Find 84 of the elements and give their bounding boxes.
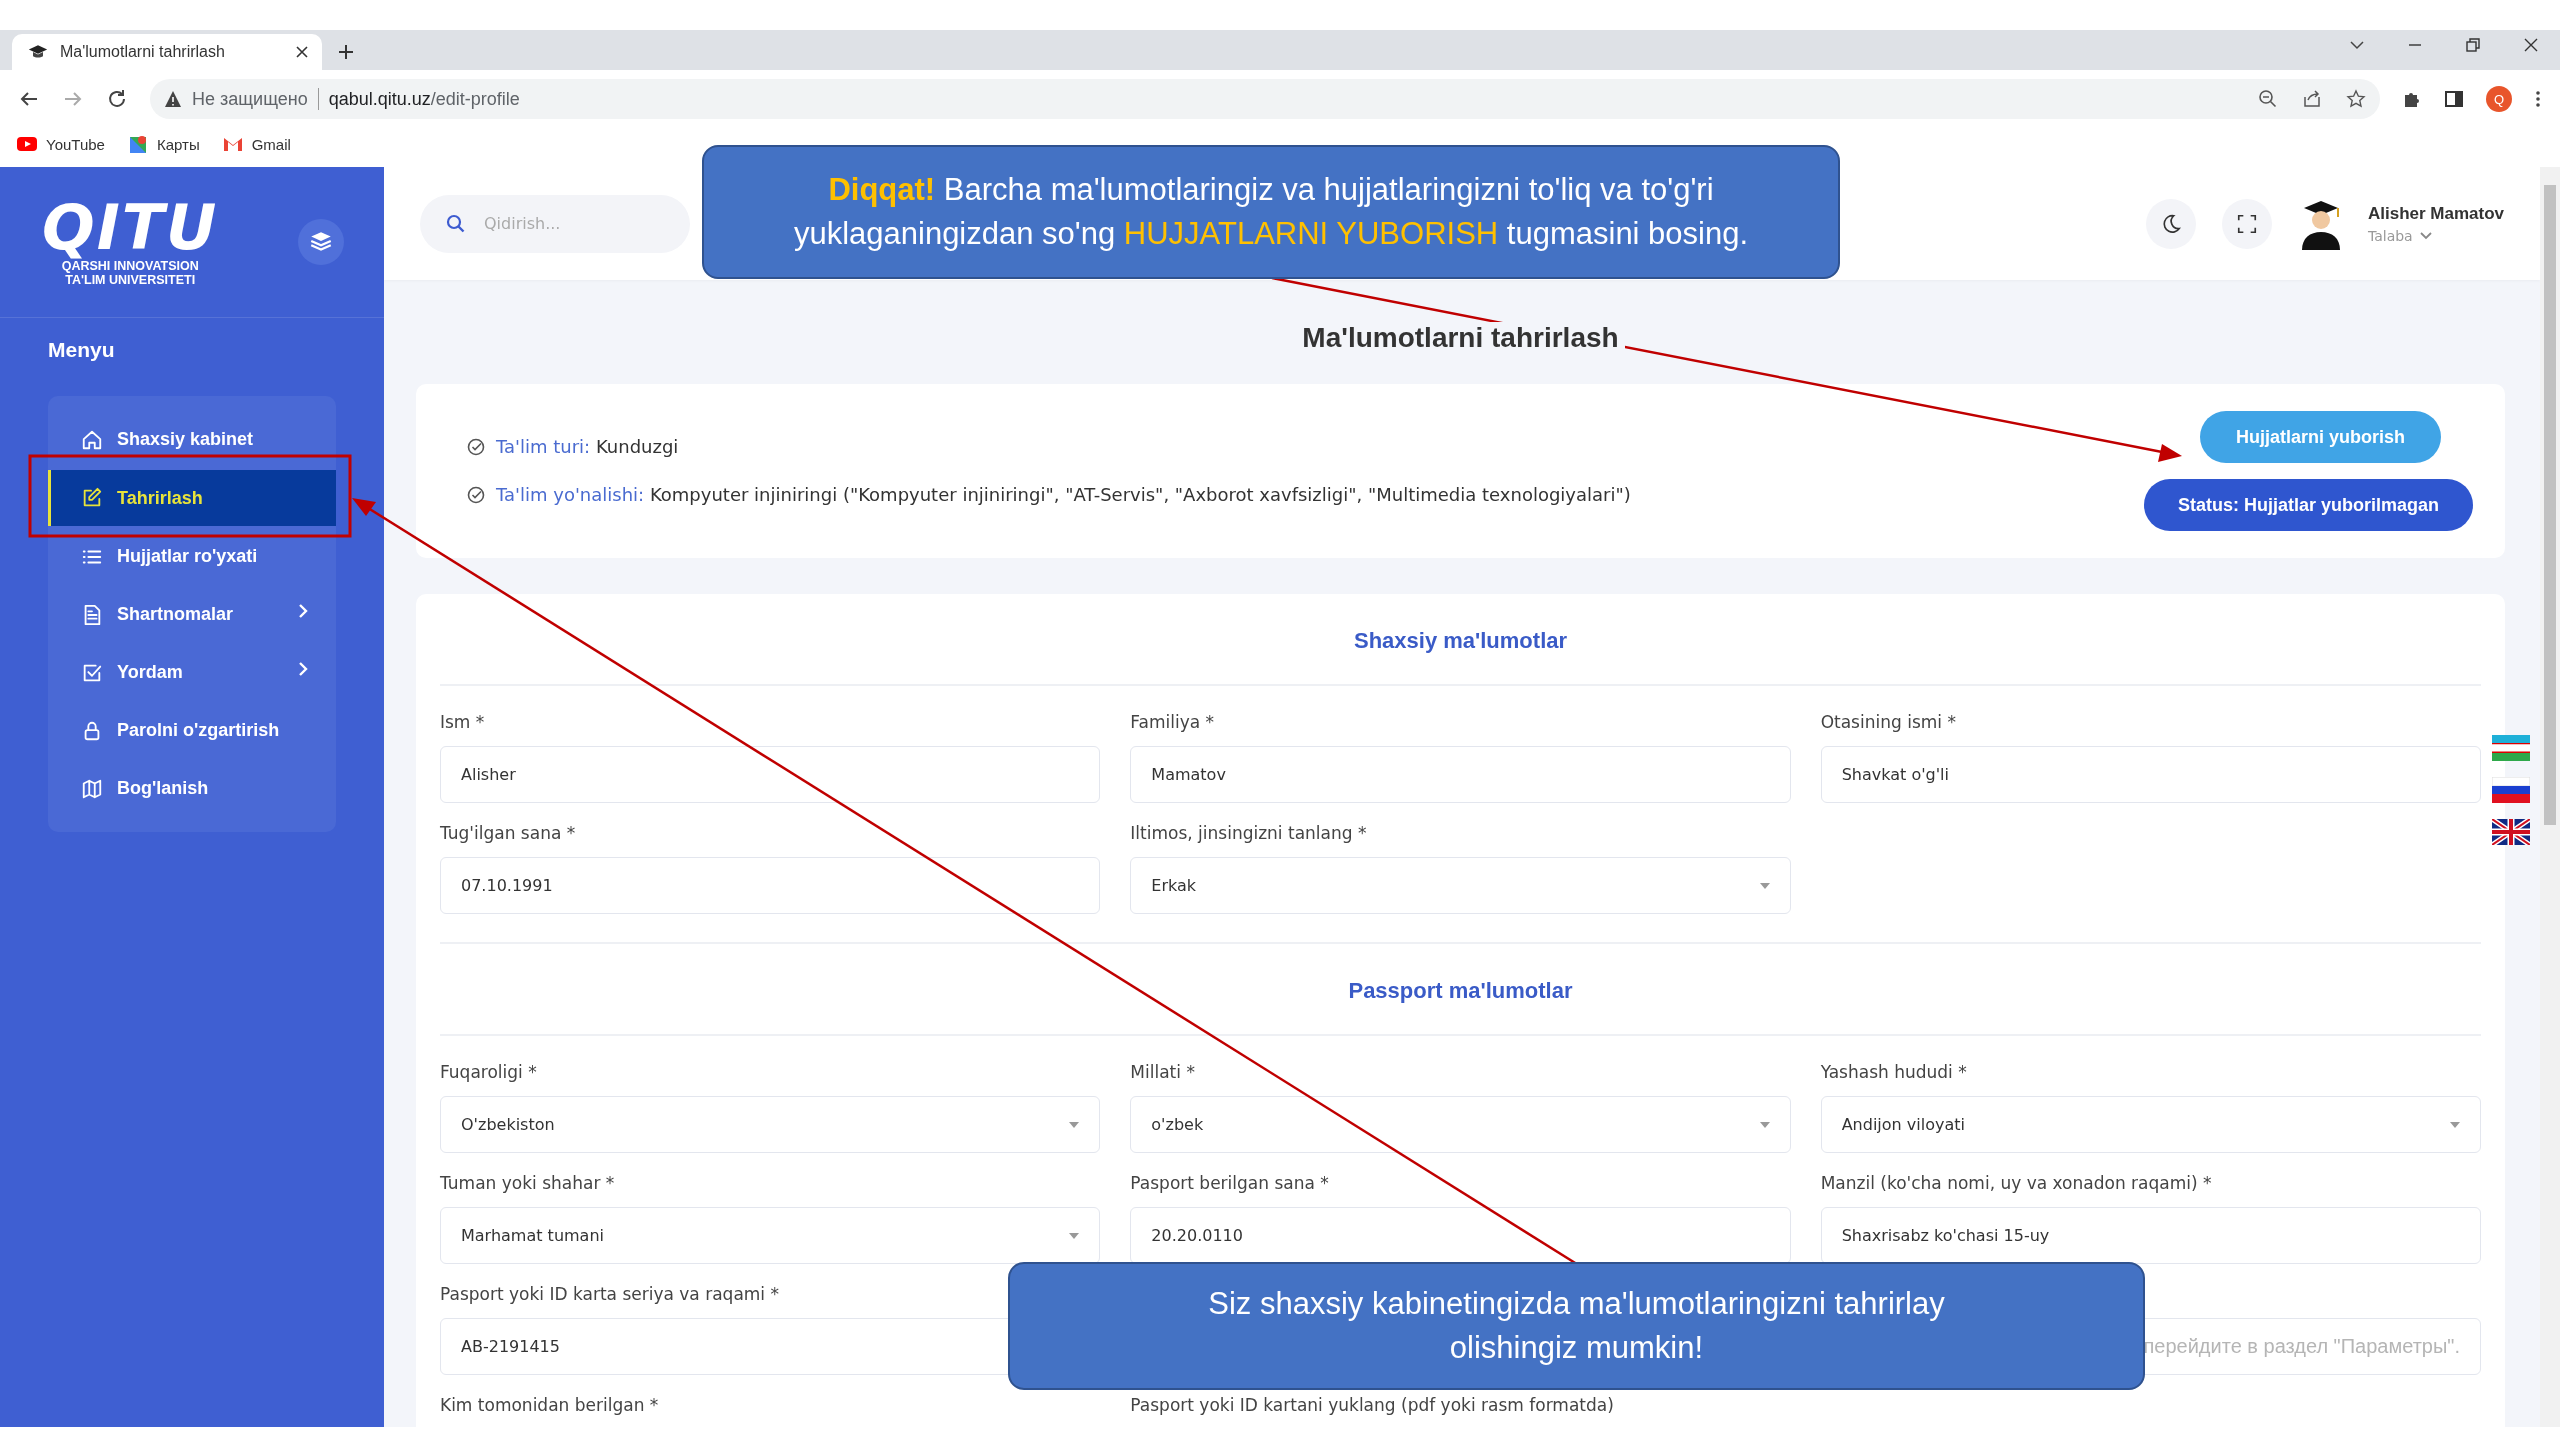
menu-item[interactable]: Yordam	[48, 651, 336, 694]
address-bar[interactable]: Не защищено qabul.qitu.uz/edit-profile	[150, 79, 2380, 119]
field-label: Fuqaroligi *	[440, 1062, 538, 1084]
caret-icon	[1069, 1232, 1080, 1239]
share-icon[interactable]	[2302, 89, 2322, 109]
input-field[interactable]: Mamatov	[1130, 746, 1791, 803]
bookmark[interactable]: YouTube	[16, 133, 105, 155]
input-field[interactable]: Shaxrisabz ko'chasi 15-uy	[1820, 1207, 2481, 1264]
more-menu-icon[interactable]	[2534, 89, 2542, 109]
user-name: Alisher Mamatov	[2367, 203, 2504, 224]
scrollbar[interactable]	[2540, 167, 2560, 1427]
field-label: Pasport yoki ID karta seriya va raqami *	[440, 1284, 780, 1306]
field-label: Kim tomonidan berilgan *	[440, 1395, 660, 1417]
section-title: Passport ma'lumotlar	[440, 942, 2481, 1036]
caret-icon	[2450, 1121, 2460, 1128]
search-field[interactable]: Qidirish...	[420, 194, 690, 253]
menu-item[interactable]: Shartnomalar	[48, 593, 336, 636]
input-field[interactable]: Alisher	[440, 746, 1101, 803]
browser-tab[interactable]: Ma'lumotlarni tahrirlash	[12, 34, 322, 70]
field-label: Tuman yoki shahar *	[440, 1173, 616, 1195]
field-label: Manzil (ko'cha nomi, uy va xonadon raqami) *	[1820, 1173, 2213, 1195]
chevron-right-icon	[296, 601, 310, 620]
fullscreen-icon	[2235, 212, 2258, 235]
menu-item[interactable]: Shaxsiy kabinet	[48, 418, 336, 461]
flag-icon[interactable]	[2492, 777, 2530, 803]
section-title: Shaxsiy ma'lumotlar	[440, 594, 2481, 686]
caret-icon	[1069, 1121, 1080, 1128]
field-label: Familiya *	[1130, 712, 1216, 734]
field-label: Pasport yoki ID kartani yuklang (pdf yoki rasm formatda)	[1130, 1395, 1615, 1417]
tab-title: Ma'lumotlarni tahrirlash	[60, 43, 226, 61]
field-label: Yashash hududi *	[1820, 1062, 1968, 1084]
close-icon[interactable]	[294, 44, 310, 60]
plus-icon[interactable]	[336, 42, 356, 62]
map-icon	[81, 777, 103, 800]
dropdown-field[interactable]: Marhamat tumani	[440, 1207, 1101, 1264]
edit-icon	[81, 487, 103, 509]
chevron-right-icon	[296, 659, 310, 678]
bookmark[interactable]: Gmail	[221, 133, 291, 155]
chevron-down-icon	[2418, 230, 2433, 241]
input-field[interactable]: 20.20.0110	[1130, 1207, 1791, 1264]
menu-item[interactable]: Bog'lanish	[48, 767, 336, 810]
check-circle-icon	[466, 437, 486, 457]
info-text: Ta'lim yo'nalishi: Kompyuter injiniringi ("Kompyuter injiniringi", "AT-Servis", "Axborot xavfsizligi", "Multimedia texnologiyalari")	[496, 483, 1631, 507]
caret-icon	[1759, 882, 1770, 889]
security-label: Не защищено	[192, 88, 308, 110]
dropdown-field[interactable]: O'zbekiston	[440, 1096, 1101, 1153]
field-label: Ism *	[440, 712, 486, 734]
url-text: qabul.qitu.uz/edit-profile	[328, 88, 520, 110]
restore-icon[interactable]	[2464, 36, 2482, 54]
field-label: Iltimos, jinsingizni tanlang *	[1130, 823, 1368, 845]
layers-button[interactable]	[298, 219, 344, 265]
logo-subtitle: QARSHI INNOVATSION	[61, 259, 199, 273]
dropdown-field[interactable]: Erkak	[1130, 857, 1791, 914]
callout-text: Diqqat! Barcha ma'lumotlaringiz va hujjatlaringizni to'liq va to'g'ri yuklaganingizdan so'ng HUJJATLARNI YUBORISH tugmasini bosing.	[792, 171, 1750, 253]
warning-icon	[164, 90, 182, 108]
sidebar-icon[interactable]	[2444, 89, 2464, 109]
menu-item[interactable]: Parolni o'zgartirish	[48, 709, 336, 752]
info-text: Ta'lim turi: Kunduzgi	[496, 435, 679, 459]
reload-icon[interactable]	[106, 88, 128, 110]
input-field[interactable]: 07.10.1991	[440, 857, 1101, 914]
bookmark[interactable]: Карты	[126, 133, 200, 155]
close-icon[interactable]	[2522, 36, 2540, 54]
dropdown-field[interactable]: Andijon viloyati	[1820, 1096, 2481, 1153]
dropdown-field[interactable]: o'zbek	[1130, 1096, 1791, 1153]
input-field[interactable]: Shavkat o'g'li	[1820, 746, 2481, 803]
check-circle-icon	[466, 485, 486, 505]
menu-item[interactable]: Tahrirlash	[48, 470, 336, 526]
caret-icon	[1759, 1121, 1770, 1128]
field-label: Pasport berilgan sana *	[1130, 1173, 1330, 1195]
field-label: Otasining ismi *	[1820, 712, 1957, 734]
field-label: Tug'ilgan sana *	[440, 823, 577, 845]
home-icon	[81, 428, 103, 451]
star-icon[interactable]	[2346, 89, 2366, 109]
logo-subtitle: TA'LIM UNIVERSITETI	[65, 273, 196, 287]
menu-item[interactable]: Hujjatlar ro'yxati	[48, 535, 336, 578]
status-button[interactable]: Status: Hujjatlar yuborilmagan	[2143, 479, 2473, 531]
profile-button[interactable]: Q	[2486, 86, 2512, 112]
menu-heading: Menyu	[47, 337, 116, 362]
flag-icon[interactable]	[2492, 819, 2530, 845]
zoom-out-icon[interactable]	[2258, 89, 2278, 109]
logo-text: QITU	[42, 197, 219, 259]
search-icon	[446, 213, 466, 234]
system-notice-text: перейдите в раздел "Параметры".	[2143, 1335, 2460, 1358]
field-label: Millati *	[1130, 1062, 1196, 1084]
